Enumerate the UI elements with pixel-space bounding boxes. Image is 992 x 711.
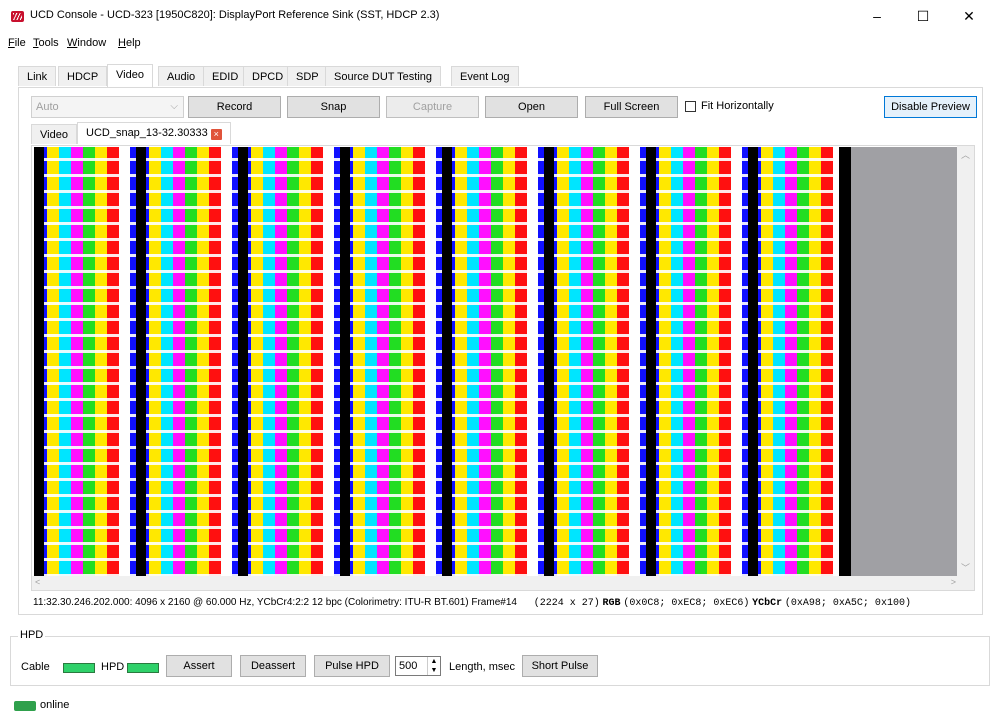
menu-file[interactable]: File: [8, 37, 26, 49]
pattern-black-column: [136, 147, 146, 577]
tab-hdcp[interactable]: HDCP: [58, 66, 108, 86]
pulse-length-stepper[interactable]: 500 ▲ ▼: [395, 656, 441, 676]
pattern-black-column: [442, 147, 452, 577]
menu-file-rest: ile: [14, 37, 26, 49]
close-button[interactable]: ✕: [946, 0, 992, 32]
minimize-button[interactable]: –: [854, 0, 900, 32]
connection-status-text: online: [40, 699, 70, 711]
pulse-hpd-button[interactable]: Pulse HPD: [314, 655, 390, 677]
preview-empty-area: [851, 147, 960, 577]
scroll-down-icon[interactable]: ﹀: [961, 561, 970, 574]
subtab-snap[interactable]: UCD_snap_13-32.30333 ×: [77, 122, 231, 144]
pattern-black-column: [748, 147, 758, 577]
tab-audio[interactable]: Audio: [158, 66, 205, 86]
fit-horizontally-checkbox[interactable]: [685, 101, 696, 112]
maximize-button[interactable]: ☐: [900, 0, 946, 32]
tab-source-dut-testing[interactable]: Source DUT Testing: [325, 66, 442, 86]
length-label: Length, msec: [449, 661, 516, 673]
scroll-up-icon[interactable]: ︿: [961, 148, 970, 161]
close-icon[interactable]: ×: [210, 129, 222, 140]
pattern-black-column: [340, 147, 350, 577]
fit-horizontally-label: Fit Horizontally: [701, 100, 774, 112]
hpd-status-indicator: [127, 663, 159, 673]
ycbcr-value: (0xA98; 0xA5C; 0x100): [784, 598, 911, 609]
frame-status-line: 11:32.30.246.202.000: 4096 x 2160 @ 60.0…: [33, 597, 911, 609]
rgb-value: (0x0C8; 0xEC8; 0xEC6): [623, 598, 750, 609]
app-logo-icon: [11, 11, 24, 22]
stepper-arrows-icon[interactable]: ▲ ▼: [427, 657, 440, 675]
menu-tools[interactable]: Tools: [33, 37, 59, 49]
pattern-black-column: [238, 147, 248, 577]
tab-sdp[interactable]: SDP: [287, 66, 328, 86]
video-preview[interactable]: ︿ ﹀ < >: [31, 145, 975, 591]
scroll-left-icon[interactable]: <: [35, 577, 40, 587]
tab-link[interactable]: Link: [18, 66, 57, 86]
menu-help[interactable]: Help: [118, 37, 141, 49]
pattern-black-column: [34, 147, 44, 577]
subtab-video[interactable]: Video: [31, 124, 77, 144]
capture-button[interactable]: Capture: [386, 96, 479, 118]
ycbcr-label: YCbCr: [752, 598, 783, 609]
open-button[interactable]: Open: [485, 96, 578, 118]
tab-edid[interactable]: EDID: [203, 66, 248, 86]
horizontal-scrollbar[interactable]: < >: [32, 576, 959, 590]
rgb-label: RGB: [602, 598, 621, 609]
title-bar: UCD Console - UCD-323 [1950C820]: Displa…: [0, 0, 992, 32]
chevron-down-icon: ⌵: [170, 101, 178, 112]
pattern-black-column: [646, 147, 656, 577]
disable-preview-button[interactable]: Disable Preview: [884, 96, 977, 118]
tab-event-log[interactable]: Event Log: [451, 66, 519, 86]
connection-status-icon: [14, 701, 36, 711]
frame-info: 11:32.30.246.202.000: 4096 x 2160 @ 60.0…: [33, 597, 517, 608]
pixel-position: (2224 x 27): [533, 598, 600, 609]
vertical-scrollbar[interactable]: ︿ ﹀: [957, 146, 974, 590]
subtab-snap-label: UCD_snap_13-32.30333: [86, 127, 208, 139]
assert-button[interactable]: Assert: [166, 655, 232, 677]
pulse-length-value[interactable]: 500: [399, 660, 417, 672]
menu-window[interactable]: Window: [67, 37, 106, 49]
hpd-group-title: HPD: [18, 629, 46, 641]
tab-dpcd[interactable]: DPCD: [243, 66, 293, 86]
window-title: UCD Console - UCD-323 [1950C820]: Displa…: [30, 9, 440, 21]
tab-video[interactable]: Video: [107, 64, 153, 87]
cable-status-indicator: [63, 663, 95, 673]
pattern-black-column: [544, 147, 554, 577]
cable-label: Cable: [21, 661, 50, 673]
deassert-button[interactable]: Deassert: [240, 655, 306, 677]
short-pulse-button[interactable]: Short Pulse: [522, 655, 598, 677]
full-screen-button[interactable]: Full Screen: [585, 96, 678, 118]
snap-button[interactable]: Snap: [287, 96, 380, 118]
record-button[interactable]: Record: [188, 96, 281, 118]
scroll-right-icon[interactable]: >: [951, 577, 956, 587]
menu-bar: File Tools Window Help: [0, 34, 992, 54]
mode-select[interactable]: Auto ⌵: [31, 96, 184, 118]
hpd-label: HPD: [101, 661, 125, 673]
